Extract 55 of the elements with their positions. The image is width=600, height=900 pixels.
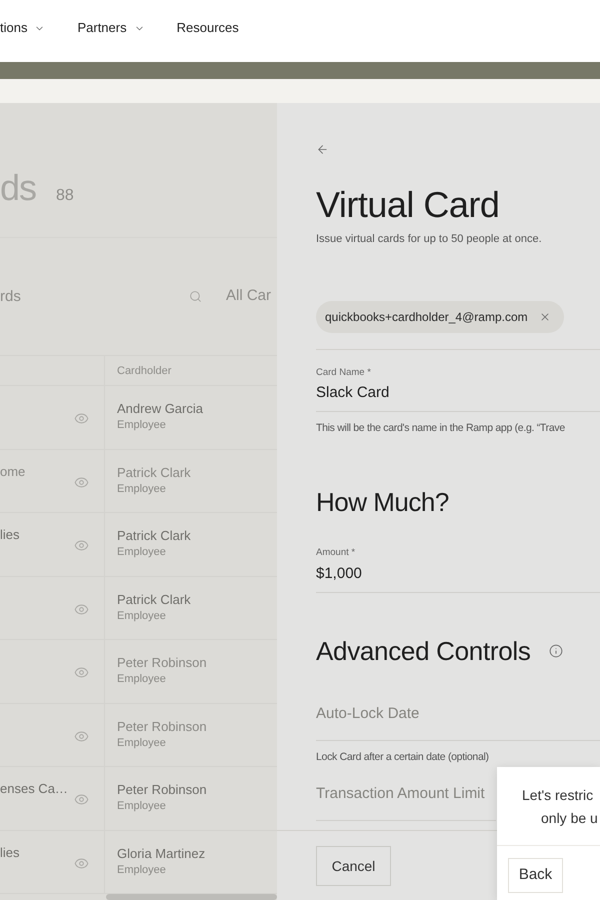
nav-menu-item[interactable]: Partners — [77, 20, 145, 36]
back-arrow-icon[interactable] — [316, 143, 329, 156]
card-name: ome — [0, 464, 26, 480]
panel-subtitle: Issue virtual cards for up to 50 people at once. — [316, 232, 543, 246]
scrollbar-thumb[interactable] — [106, 894, 277, 900]
cardholder-role: Employee — [117, 418, 166, 432]
cardholder-name: Patrick Clark — [117, 590, 191, 608]
cardholder-role: Employee — [117, 736, 166, 750]
cardholder-name: Peter Robinson — [117, 781, 207, 799]
card-count: 88 — [56, 186, 74, 206]
amount-field[interactable]: $1,000 — [316, 563, 600, 593]
field-label: Amount * — [316, 547, 356, 559]
cardholder-name: Peter Robinson — [117, 654, 207, 672]
card-name-field[interactable]: Slack Card — [316, 382, 600, 412]
cardholder-name: Gloria Martinez — [117, 844, 206, 862]
search-icon[interactable] — [189, 290, 202, 302]
eye-icon[interactable] — [74, 538, 89, 553]
section-heading: How Much? — [316, 486, 450, 518]
cardholder-role: Employee — [117, 799, 166, 813]
back-button[interactable]: Back — [508, 858, 563, 893]
cardholder-name: Peter Robinson — [117, 718, 207, 736]
cardholder-role: Employee — [117, 608, 166, 622]
field-label: Card Name * — [316, 367, 372, 379]
close-icon[interactable] — [538, 311, 551, 323]
card-name: lies — [0, 844, 20, 860]
nav-menu-item[interactable]: tions — [0, 20, 46, 36]
eye-icon[interactable] — [74, 792, 89, 807]
cardholder-role: Employee — [117, 482, 166, 496]
eye-icon[interactable] — [74, 474, 89, 490]
cancel-button[interactable]: Cancel — [316, 846, 391, 886]
eye-icon[interactable] — [74, 665, 89, 680]
eye-icon[interactable] — [74, 728, 89, 744]
section-heading: Advanced Controls — [316, 635, 531, 667]
popover-message: Let's restric only be u — [521, 786, 599, 828]
transaction-limit-field[interactable]: Transaction Amount Limit — [316, 781, 496, 821]
recipient-email: quickbooks+cardholder_4@ramp.com — [325, 309, 528, 325]
field-help-text: This will be the card's name in the Ramp app (e.g. “Trave — [316, 421, 566, 435]
cardholder-role: Employee — [117, 862, 166, 876]
cardholder-role: Employee — [117, 672, 166, 686]
field-help-text: Lock Card after a certain date (optional) — [316, 750, 490, 764]
auto-lock-date-field[interactable]: Auto-Lock Date — [316, 701, 600, 741]
column-header: Cardholder — [117, 364, 172, 378]
card-name: enses Ca… — [0, 781, 68, 797]
search-field[interactable]: rds — [0, 281, 185, 311]
eye-icon[interactable] — [74, 602, 89, 616]
cardholder-name: Andrew Garcia — [117, 400, 203, 418]
panel-title: Virtual Card — [316, 185, 500, 225]
cardholder-name: Patrick Clark — [117, 527, 191, 545]
cardholder-role: Employee — [117, 545, 166, 559]
eye-icon[interactable] — [74, 411, 89, 426]
eye-icon[interactable] — [74, 856, 89, 870]
cardholder-name: Patrick Clark — [117, 464, 191, 482]
card-name: lies — [0, 527, 20, 543]
nav-menu-item[interactable]: Resources — [176, 20, 239, 36]
info-icon[interactable] — [548, 644, 563, 658]
